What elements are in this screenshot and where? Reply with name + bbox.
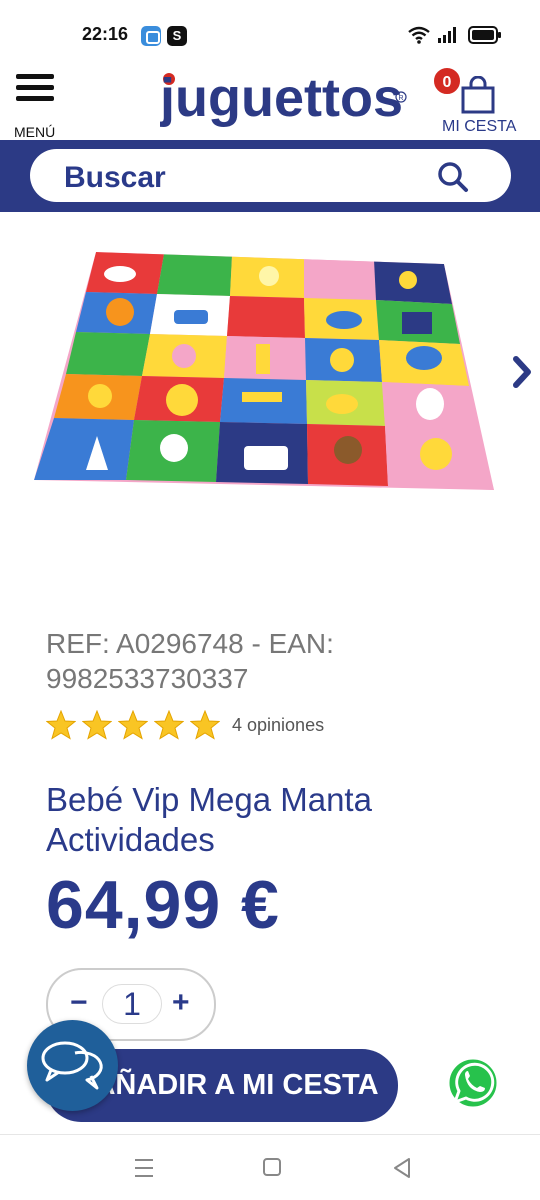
back-icon[interactable] bbox=[392, 1157, 412, 1179]
hamburger-icon bbox=[16, 74, 54, 107]
cart-count-badge: 0 bbox=[432, 66, 462, 96]
search-input[interactable]: Buscar bbox=[30, 149, 511, 202]
cart-button[interactable]: 0 MI CESTA bbox=[432, 66, 528, 136]
home-icon[interactable] bbox=[262, 1157, 282, 1177]
chevron-right-icon[interactable] bbox=[512, 356, 532, 388]
menu-label: MENÚ bbox=[14, 124, 56, 140]
product-reference: REF: A0296748 - EAN: 9982533730337 bbox=[46, 628, 334, 694]
s-app-icon: S bbox=[167, 26, 187, 46]
svg-text:R: R bbox=[399, 95, 404, 102]
status-time: 22:16 bbox=[82, 24, 129, 44]
star-icon bbox=[190, 710, 220, 740]
svg-text:juguettos: juguettos bbox=[160, 68, 403, 128]
search-bar: Buscar bbox=[0, 140, 540, 212]
status-icons bbox=[408, 26, 502, 44]
recent-apps-icon[interactable] bbox=[134, 1157, 154, 1179]
chat-button[interactable] bbox=[27, 1020, 118, 1111]
juguettos-logo[interactable]: juguettos R bbox=[159, 66, 412, 136]
signal-icon bbox=[438, 27, 456, 43]
star-icon bbox=[154, 710, 184, 740]
site-header: MENÚ juguettos R 0 MI CESTA bbox=[0, 64, 540, 140]
increase-quantity-button[interactable]: + bbox=[172, 986, 190, 1020]
shopping-bag-icon bbox=[461, 76, 495, 114]
search-placeholder: Buscar bbox=[64, 161, 166, 194]
system-nav-bar bbox=[0, 1134, 540, 1200]
product-price: 64,99 € bbox=[46, 867, 280, 943]
status-bar: 22:16 S bbox=[0, 0, 540, 64]
star-icon bbox=[82, 710, 112, 740]
quantity-input[interactable]: 1 bbox=[102, 984, 162, 1024]
wifi-icon bbox=[408, 26, 430, 44]
product-image-activity-mat[interactable] bbox=[24, 232, 500, 512]
search-icon[interactable] bbox=[437, 161, 469, 193]
decrease-quantity-button[interactable]: − bbox=[70, 986, 88, 1020]
product-rating[interactable]: 4 opiniones bbox=[46, 710, 324, 740]
battery-icon bbox=[468, 26, 501, 44]
chat-bubbles-icon bbox=[41, 1041, 103, 1090]
cloud-app-icon bbox=[141, 26, 161, 46]
menu-button[interactable]: MENÚ bbox=[14, 74, 60, 140]
star-icon bbox=[46, 710, 76, 740]
cart-label: MI CESTA bbox=[442, 118, 517, 135]
reviews-link[interactable]: 4 opiniones bbox=[232, 715, 324, 736]
whatsapp-icon[interactable] bbox=[445, 1055, 501, 1111]
product-title: Bebé Vip Mega Manta Actividades bbox=[46, 781, 372, 858]
star-icon bbox=[118, 710, 148, 740]
